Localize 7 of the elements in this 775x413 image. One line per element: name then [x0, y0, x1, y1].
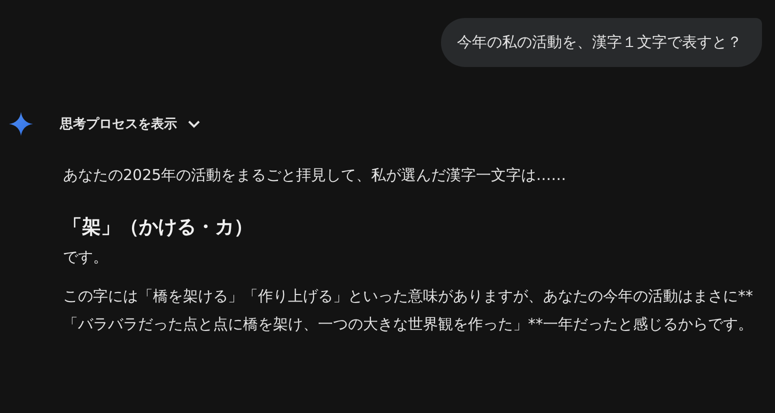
response-paragraph: です。	[63, 247, 109, 268]
thinking-toggle[interactable]: 思考プロセスを表示	[56, 111, 205, 137]
sparkle-icon	[9, 112, 33, 136]
response-paragraph: この字には「橋を架ける」「作り上げる」といった意味がありますが、あなたの今年の活動はまさに**「バラバラだった点と点に橋を架け、一つの大きな世界観を作った」**一年だったと感じるからです。	[63, 286, 754, 335]
user-message: 今年の私の活動を、漢字１文字で表すと？	[441, 18, 762, 67]
response-paragraph: あなたの2025年の活動をまるごと拝見して、私が選んだ漢字一文字は……	[63, 165, 568, 186]
response-heading: 「架」（かける・カ）	[63, 215, 254, 240]
